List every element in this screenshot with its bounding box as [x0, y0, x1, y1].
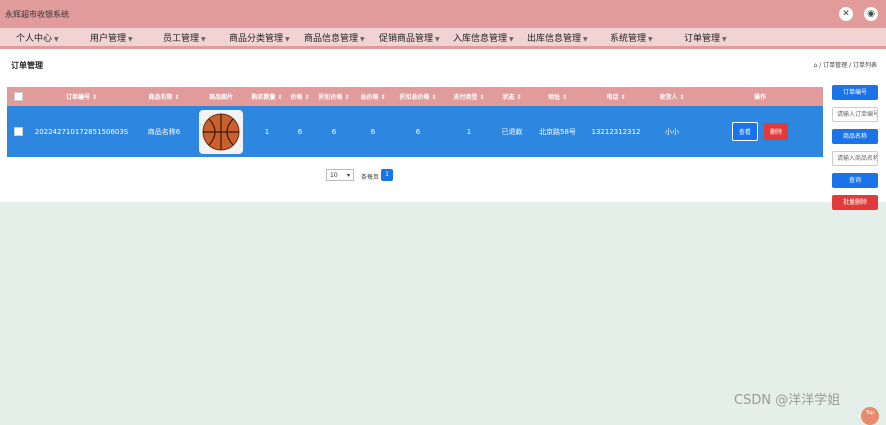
- nav-outbound-management[interactable]: 出库信息管理 ▼: [527, 31, 588, 44]
- col-order-no[interactable]: 订单编号 ⇕: [29, 87, 134, 106]
- nav-staff-management[interactable]: 员工管理 ▼: [163, 31, 206, 44]
- cell-actions: 查看 删除: [697, 106, 823, 157]
- product-name-input[interactable]: 请输入商品名称: [832, 151, 878, 166]
- top-bar: 永辉超市收银系统 ✕ ◉: [0, 0, 886, 28]
- nav-order-management[interactable]: 订单管理 ▼: [684, 31, 727, 44]
- table-header-row: 订单编号 ⇕ 商品名称 ⇕ 商品图片 购买数量 ⇕ 价格 ⇕ 折扣价格 ⇕ 总价…: [7, 87, 823, 106]
- nav-promotion-management[interactable]: 促销商品管理 ▼: [379, 31, 440, 44]
- expand-icon[interactable]: ✕: [839, 7, 853, 21]
- breadcrumb: ⌂ / 订单管理 / 订单列表: [814, 60, 878, 69]
- page-title: 订单管理: [11, 61, 43, 70]
- cell-product-name: 商品名称6: [147, 127, 181, 136]
- user-icon[interactable]: ◉: [864, 7, 878, 21]
- page-button-1[interactable]: 1: [381, 169, 393, 181]
- cell-pay-type: 1: [466, 127, 472, 136]
- per-page-label: 条每页: [361, 174, 380, 181]
- nav-personal-center[interactable]: 个人中心 ▼: [16, 31, 59, 44]
- page-size-select[interactable]: 10 ▾: [326, 169, 354, 181]
- chevron-down-icon: ▾: [346, 172, 350, 179]
- nav-product-management[interactable]: 商品信息管理 ▼: [304, 31, 365, 44]
- order-table: 订单编号 ⇕ 商品名称 ⇕ 商品图片 购买数量 ⇕ 价格 ⇕ 折扣价格 ⇕ 总价…: [7, 87, 823, 157]
- col-phone[interactable]: 电话 ⇕: [585, 87, 647, 106]
- col-address[interactable]: 地址 ⇕: [530, 87, 585, 106]
- cell-receiver: 小小: [665, 127, 679, 136]
- col-pay-type[interactable]: 支付类型 ⇕: [444, 87, 494, 106]
- col-discount-total[interactable]: 折扣总价格 ⇕: [392, 87, 444, 106]
- back-to-top-button[interactable]: Top: [861, 407, 879, 425]
- cell-address: 北京路58号: [539, 127, 576, 136]
- filter-product-name-label: 商品名称: [832, 129, 878, 144]
- order-no-input[interactable]: 请输入订单编号: [832, 107, 878, 122]
- col-price[interactable]: 价格 ⇕: [286, 87, 314, 106]
- app-title: 永辉超市收银系统: [5, 10, 69, 19]
- cell-discount-total: 6: [415, 127, 421, 136]
- col-discount-price[interactable]: 折扣价格 ⇕: [314, 87, 354, 106]
- filter-order-no-label: 订单编号: [832, 85, 878, 100]
- col-product-name[interactable]: 商品名称 ⇕: [134, 87, 194, 106]
- home-icon[interactable]: ⌂: [814, 62, 818, 69]
- select-all-checkbox[interactable]: [13, 92, 23, 101]
- col-actions: 操作: [753, 94, 766, 101]
- nav-category-management[interactable]: 商品分类管理 ▼: [229, 31, 290, 44]
- nav-inbound-management[interactable]: 入库信息管理 ▼: [453, 31, 514, 44]
- cell-total: 6: [370, 127, 376, 136]
- delete-button[interactable]: 删除: [764, 123, 789, 140]
- table-row[interactable]: 20224271017285150603S 商品名称6 1 6 6 6 6 1 …: [7, 106, 823, 157]
- col-status[interactable]: 状态 ⇕: [494, 87, 530, 106]
- breadcrumb-text: / 订单管理 / 订单列表: [819, 62, 877, 69]
- col-quantity[interactable]: 购买数量 ⇕: [248, 87, 286, 106]
- search-button[interactable]: 查询: [832, 173, 878, 188]
- batch-delete-button[interactable]: 批量删除: [832, 195, 878, 210]
- cell-order-no: 20224271017285150603S: [34, 127, 129, 136]
- col-total[interactable]: 总价格 ⇕: [354, 87, 392, 106]
- basketball-image: [199, 109, 243, 154]
- row-checkbox[interactable]: [13, 127, 23, 136]
- cell-discount-price: 6: [331, 127, 337, 136]
- cell-price: 6: [297, 127, 303, 136]
- view-button[interactable]: 查看: [731, 122, 758, 141]
- nav-system-management[interactable]: 系统管理 ▼: [610, 31, 653, 44]
- main-content: 订单管理 ⌂ / 订单管理 / 订单列表 订单编号 ⇕ 商品名称 ⇕ 商品图片 …: [0, 49, 886, 202]
- watermark: CSDN @洋洋学姐: [734, 393, 841, 408]
- cell-phone: 13212312312: [591, 127, 641, 136]
- nav-user-management[interactable]: 用户管理 ▼: [90, 31, 133, 44]
- main-nav: 个人中心 ▼ 用户管理 ▼ 员工管理 ▼ 商品分类管理 ▼ 商品信息管理 ▼ 促销商品管理…: [0, 28, 886, 49]
- col-receiver[interactable]: 收货人 ⇕: [647, 87, 697, 106]
- cell-product-image: [194, 106, 248, 157]
- cell-quantity: 1: [264, 127, 270, 136]
- cell-status: 已退款: [501, 127, 523, 136]
- col-product-image: 商品图片: [208, 94, 233, 101]
